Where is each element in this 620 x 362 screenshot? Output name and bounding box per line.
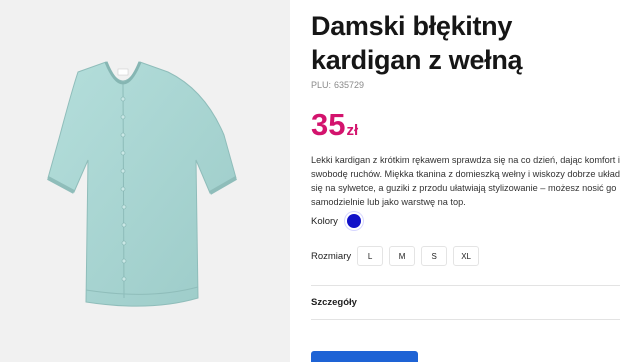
colors-label: Kolory	[311, 215, 338, 227]
size-option-xl[interactable]: XL	[453, 246, 480, 266]
cardigan-icon	[47, 61, 237, 307]
product-info: Damski błękitny kardigan z wełną PLU: 635…	[311, 0, 620, 362]
color-swatch-blue[interactable]	[346, 214, 361, 228]
product-price: 35zł	[311, 107, 358, 143]
plu-value: 635729	[334, 80, 365, 90]
size-option-m[interactable]: M	[389, 246, 416, 266]
product-description: Lekki kardigan z krótkim rękawem sprawdz…	[311, 153, 620, 209]
price-currency: zł	[346, 122, 359, 139]
divider	[311, 285, 620, 286]
color-selector: Kolory	[311, 214, 361, 228]
product-title: Damski błękitny kardigan z wełną	[311, 9, 611, 77]
description-line: samodzielnie lub jako warstwę na top.	[311, 197, 466, 207]
divider	[311, 319, 620, 320]
plu-label: PLU:	[311, 80, 332, 90]
product-title-line-1: Damski błękitny	[311, 11, 513, 41]
product-image[interactable]	[0, 0, 290, 362]
add-to-cart-button[interactable]	[311, 351, 418, 362]
price-amount: 35	[311, 107, 346, 142]
description-line: swobodę ruchów. Miękka tkanina z domiesz…	[311, 169, 620, 179]
plu-code: PLU: 635729	[311, 80, 364, 90]
description-line: się na sylwetce, a guziki z przodu ułatw…	[311, 183, 617, 193]
sizes-label: Rozmiary	[311, 250, 352, 262]
size-option-l[interactable]: L	[357, 246, 384, 266]
description-line: Lekki kardigan z krótkim rękawem sprawdz…	[311, 155, 620, 165]
size-option-s[interactable]: S	[421, 246, 448, 266]
product-title-line-2: kardigan z wełną	[311, 45, 523, 75]
size-selector: Rozmiary L M S XL	[311, 246, 480, 266]
details-toggle[interactable]: Szczegóły	[311, 297, 357, 308]
